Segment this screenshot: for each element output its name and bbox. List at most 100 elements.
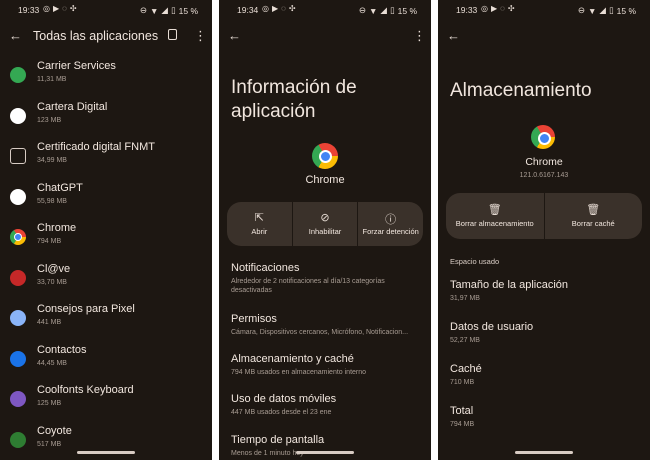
app-size: 125 MB [37,400,62,407]
user-data-item: Datos de usuario 52,27 MB [450,321,644,345]
whatsapp-icon: ◎ [481,4,488,13]
clear-cache-label: Borrar caché [571,219,615,228]
app-list-item[interactable]: Contactos 44,45 MB [0,342,212,382]
notification-icons: ◎ ▶ ◌ ✣ [262,4,296,13]
dnd-icon: ⊖ [577,5,585,15]
back-arrow-icon[interactable]: ← [447,29,460,42]
item-title: Total [450,405,474,417]
app-name: Chrome [305,174,345,186]
cache-item: Caché 710 MB [450,363,644,387]
signal-icon: ◢ [161,5,168,15]
app-list-item[interactable]: Certificado digital FNMT 34,99 MB [0,139,212,179]
battery-level: 15 % [397,5,417,16]
app-size: 34,99 MB [37,157,67,164]
trash-icon: 🗑 [586,204,601,216]
app-size: 55,98 MB [37,197,67,205]
app-size: 11,31 MB [37,76,67,83]
signal-icon: ◢ [380,5,387,15]
back-arrow-icon[interactable]: ← [228,29,241,42]
item-title: Datos de usuario [450,321,534,333]
screen-time-setting[interactable]: Tiempo de pantalla Menos de 1 minuto hoy [231,434,425,458]
app-size: 517 MB [37,440,62,448]
app-list-item[interactable]: Cl@ve 33,70 MB [0,261,212,301]
pixel-tips-icon [10,310,26,326]
setting-title: Uso de datos móviles [231,393,337,405]
app-list-item[interactable]: Coyote 517 MB [0,423,212,460]
whatsapp-icon: ◎ [262,4,269,13]
nav-handle[interactable] [515,451,573,454]
app-list-item[interactable]: Cartera Digital 123 MB [0,99,212,139]
fnmt-icon [10,148,26,164]
app-name: Coyote [37,424,72,437]
dnd-icon: ⊖ [139,5,147,15]
battery-icon: ▯ [608,5,614,15]
item-title: Tamaño de la aplicación [450,279,569,291]
disable-icon: ⊘ [320,212,330,224]
search-apps-icon[interactable] [168,29,177,40]
battery-icon: ▯ [170,5,176,15]
disable-button[interactable]: ⊘ Inhabilitar [293,202,359,246]
notifications-setting[interactable]: Notificaciones Alrededor de 2 notificaci… [231,262,425,295]
clear-cache-button[interactable]: 🗑 Borrar caché [545,193,643,239]
status-time: 19:34 [237,5,259,15]
app-name: Consejos para Pixel [37,303,135,315]
chrome-icon [312,143,338,169]
messenger-icon: ◌ [500,4,505,13]
wifi-icon: ▼ [149,5,159,16]
whatsapp-icon: ◎ [43,4,50,13]
open-button[interactable]: ⇱ Abrir [227,202,293,246]
section-label: Espacio usado [450,257,500,266]
setting-subtitle: 794 MB usados en almacenamiento interno [231,369,367,376]
app-notification-icon: ✣ [69,4,77,13]
youtube-icon: ▶ [271,4,279,13]
app-size: 794 MB [37,238,62,245]
messenger-icon: ◌ [281,4,286,13]
app-notification-icon: ✣ [288,4,296,13]
item-value: 794 MB [450,421,475,428]
status-bar: 19:33 ◎ ▶ ◌ ✣ ⊖ ▼ ◢ ▯ 15 % [438,3,650,17]
wifi-icon: ▼ [587,5,597,16]
force-stop-icon: ⓘ [385,214,397,226]
app-list-item[interactable]: Coolfonts Keyboard 125 MB [0,382,212,422]
back-arrow-icon[interactable]: ← [9,29,22,42]
system-icons: ⊖ ▼ ◢ ▯ 15 % [578,5,636,16]
app-name: Carrier Services [37,60,116,72]
wifi-icon: ▼ [368,5,378,16]
app-size: 44,45 MB [37,359,67,367]
page-title: Información de aplicación [231,77,357,122]
app-name: Contactos [37,343,87,356]
app-list-item[interactable]: ChatGPT 55,98 MB [0,180,212,220]
clear-storage-button[interactable]: 🗑 Borrar almacenamiento [446,193,545,239]
app-name: Cl@ve [37,262,71,275]
nav-handle[interactable] [77,451,135,454]
storage-cache-setting[interactable]: Almacenamiento y caché 794 MB usados en … [231,353,425,377]
status-time: 19:33 [18,5,40,15]
youtube-icon: ▶ [490,4,498,13]
app-size: 123 MB [37,116,62,124]
force-stop-button[interactable]: ⓘ Forzar detención [358,202,423,246]
all-apps-screen: 19:33 ◎ ▶ ◌ ✣ ⊖ ▼ ◢ ▯ 15 % ← Todas las a… [0,0,212,460]
notification-icons: ◎ ▶ ◌ ✣ [43,4,77,13]
more-options-icon[interactable]: ⋮ [413,29,426,42]
setting-title: Tiempo de pantalla [231,434,325,446]
mobile-data-setting[interactable]: Uso de datos móviles 447 MB usados desde… [231,393,425,417]
item-value: 52,27 MB [450,337,480,344]
app-notification-icon: ✣ [507,4,515,13]
clave-icon [10,269,26,286]
app-actions: ⇱ Abrir ⊘ Inhabilitar ⓘ Forzar detención [227,202,423,246]
setting-title: Notificaciones [231,262,300,274]
app-list-item[interactable]: Chrome 794 MB [0,220,212,260]
disable-label: Inhabilitar [308,227,342,236]
chrome-icon [531,125,555,149]
contacts-icon [10,350,26,367]
app-name: Chrome [37,222,77,234]
permissions-setting[interactable]: Permisos Cámara, Dispositivos cercanos, … [231,313,425,337]
nav-handle[interactable] [296,451,354,454]
app-list-item[interactable]: Consejos para Pixel 441 MB [0,301,212,341]
notification-icons: ◎ ▶ ◌ ✣ [481,4,515,13]
total-item: Total 794 MB [450,405,644,429]
system-icons: ⊖ ▼ ◢ ▯ 15 % [140,5,198,16]
more-options-icon[interactable]: ⋮ [194,29,207,42]
status-bar: 19:33 ◎ ▶ ◌ ✣ ⊖ ▼ ◢ ▯ 15 % [0,3,212,17]
app-list-item[interactable]: Carrier Services 11,31 MB [0,58,212,98]
